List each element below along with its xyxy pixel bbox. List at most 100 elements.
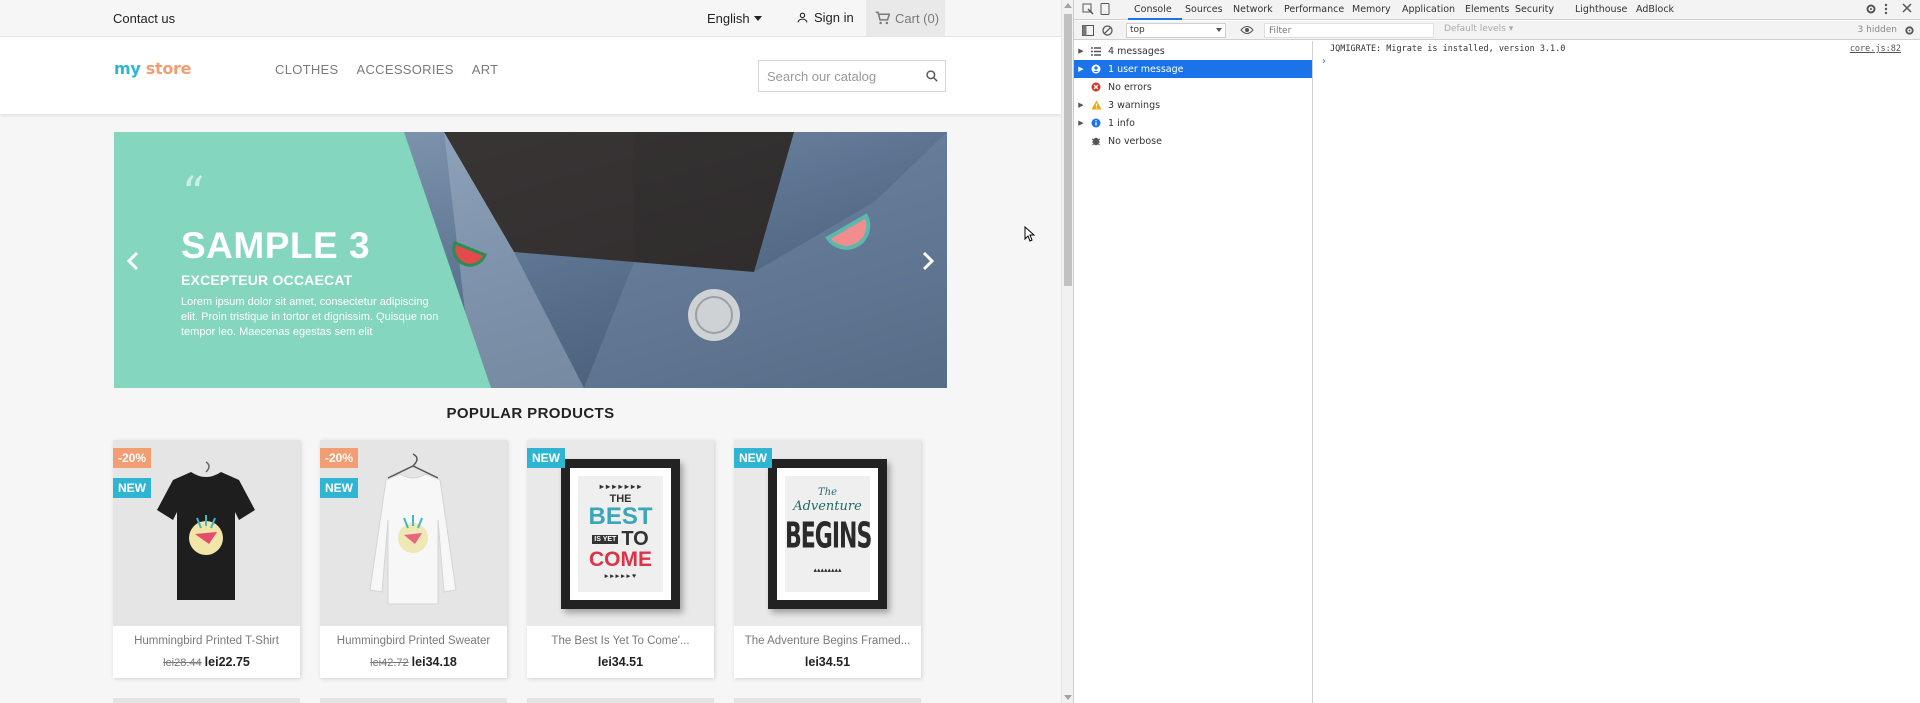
old-price: lei28.44	[163, 657, 202, 669]
tab-console[interactable]: Console	[1134, 4, 1172, 15]
poster-line: BEST	[588, 503, 653, 530]
store-page: Contact us English Sign in Cart (0) my s…	[0, 0, 1073, 703]
close-icon[interactable]	[1902, 3, 1912, 13]
tab-application[interactable]: Application	[1402, 4, 1455, 15]
cart-button[interactable]: Cart (0)	[866, 0, 945, 36]
gear-icon[interactable]	[1865, 3, 1877, 15]
poster-frame: ▸ ▸ ▸ ▸ ▸ ▸ ▸ THE BEST IS YET TO COME ▸ …	[561, 459, 680, 609]
product-card[interactable]: -20% NEW Hummingbird Printed T-Shirt lei…	[113, 440, 300, 678]
expand-triangle-icon[interactable]: ▶	[1074, 47, 1088, 55]
page-scrollbar[interactable]	[1061, 0, 1073, 703]
new-badge: NEW	[734, 448, 772, 468]
poster-art: The Adventure BEGINS ▴▴▴▴▴▴▴▴	[785, 476, 872, 592]
slide-description: Lorem ipsum dolor sit amet, consectetur …	[181, 296, 439, 338]
sidebar-toggle-icon[interactable]	[1082, 25, 1094, 36]
product-price-block: lei34.51	[734, 655, 921, 669]
sidebar-item-label: No errors	[1108, 81, 1152, 93]
chevron-left-icon[interactable]	[126, 251, 140, 271]
current-price: lei34.18	[411, 655, 457, 669]
chevron-right-icon[interactable]	[921, 251, 935, 271]
scroll-down-icon[interactable]	[1064, 695, 1072, 700]
tab-lighthouse[interactable]: Lighthouse	[1575, 4, 1627, 15]
console-message: JQMIGRATE: Migrate is installed, version…	[1330, 44, 1566, 54]
mouse-cursor-icon	[1024, 226, 1035, 242]
product-name[interactable]: The Best Is Yet To Come'...	[527, 635, 714, 647]
expand-triangle-icon[interactable]: ▶	[1074, 65, 1088, 73]
sign-in-label: Sign in	[814, 10, 854, 25]
chevron-down-icon	[1216, 28, 1222, 32]
hidden-count: 3 hidden	[1857, 25, 1897, 35]
nav-item-accessories[interactable]: ACCESSORIES	[357, 62, 454, 77]
sidebar-item-info[interactable]: ▶ 1 info	[1074, 114, 1312, 132]
discount-badge: -20%	[320, 448, 359, 468]
console-settings-icon[interactable]	[1904, 25, 1915, 36]
eye-icon[interactable]	[1240, 25, 1254, 35]
scrollbar-thumb[interactable]	[1064, 14, 1072, 286]
warning-icon	[1088, 100, 1104, 110]
new-badge: NEW	[527, 448, 565, 468]
poster-line: The	[817, 487, 838, 498]
language-label: English	[707, 11, 750, 26]
sidebar-item-messages[interactable]: ▶ 4 messages	[1074, 42, 1312, 60]
hero-slider: “ SAMPLE 3 EXCEPTEUR OCCAECAT Lorem ipsu…	[114, 132, 947, 388]
tab-network[interactable]: Network	[1233, 4, 1273, 15]
quote-mark: “	[182, 168, 205, 219]
nav-item-clothes[interactable]: CLOTHES	[275, 62, 339, 77]
tab-security[interactable]: Security	[1515, 4, 1554, 15]
store-logo[interactable]: my store	[114, 59, 192, 78]
filter-input[interactable]	[1264, 23, 1434, 38]
scroll-up-icon[interactable]	[1064, 3, 1072, 8]
tab-performance[interactable]: Performance	[1284, 4, 1344, 15]
bug-icon	[1088, 136, 1104, 146]
product-card[interactable]: ▸ ▸ ▸ ▸ ▸ ▸ ▸ THE BEST IS YET TO COME ▸ …	[527, 440, 714, 678]
active-tab-indicator	[1128, 18, 1182, 20]
clear-console-icon[interactable]	[1102, 25, 1113, 36]
sidebar-item-label: 1 info	[1108, 117, 1135, 129]
console-prompt[interactable]: ›	[1322, 56, 1326, 67]
contact-us-link[interactable]: Contact us	[113, 11, 175, 26]
cart-icon	[875, 11, 890, 25]
poster-mat: ▸ ▸ ▸ ▸ ▸ ▸ ▸ THE BEST IS YET TO COME ▸ …	[570, 468, 671, 600]
main-nav: CLOTHES ACCESSORIES ART	[275, 62, 498, 77]
top-bar: Contact us English Sign in Cart (0)	[0, 0, 1061, 37]
poster-line: ▸ ▸ ▸ ▸ ▸ ▸ ▸	[599, 482, 642, 491]
product-name[interactable]: Hummingbird Printed Sweater	[320, 635, 507, 647]
inspect-element-icon[interactable]	[1082, 3, 1094, 15]
sidebar-item-verbose[interactable]: No verbose	[1074, 132, 1312, 150]
tab-elements[interactable]: Elements	[1465, 4, 1509, 15]
poster-line: Adventure	[793, 499, 862, 514]
sidebar-item-errors[interactable]: No errors	[1074, 78, 1312, 96]
console-source-link[interactable]: core.js:82	[1850, 44, 1901, 54]
nav-item-art[interactable]: ART	[472, 62, 499, 77]
log-levels-dropdown[interactable]: Default levels ▾	[1444, 24, 1513, 34]
product-name[interactable]: Hummingbird Printed T-Shirt	[113, 635, 300, 647]
context-selector[interactable]: top	[1126, 23, 1226, 38]
product-card[interactable]: The Adventure BEGINS ▴▴▴▴▴▴▴▴ NEW The Ad…	[734, 440, 921, 678]
sidebar-item-label: 1 user message	[1108, 63, 1184, 75]
sign-in-link[interactable]: Sign in	[796, 10, 854, 25]
sidebar-item-user-messages[interactable]: ▶ 1 user message	[1074, 60, 1312, 78]
product-card-partial	[113, 698, 300, 703]
sidebar-item-warnings[interactable]: ▶ 3 warnings	[1074, 96, 1312, 114]
more-options-icon[interactable]	[1884, 3, 1888, 15]
product-card-partial	[320, 698, 507, 703]
search-icon[interactable]	[925, 69, 939, 83]
product-name[interactable]: The Adventure Begins Framed...	[734, 635, 921, 647]
device-toolbar-icon[interactable]	[1100, 3, 1110, 15]
tab-adblock[interactable]: AdBlock	[1636, 4, 1674, 15]
current-price: lei34.51	[804, 655, 851, 669]
expand-triangle-icon[interactable]: ▶	[1074, 101, 1088, 109]
search-input[interactable]	[767, 67, 917, 85]
product-price-block: lei28.44 lei22.75	[113, 655, 300, 669]
language-selector[interactable]: English	[707, 11, 762, 26]
tab-sources[interactable]: Sources	[1185, 4, 1223, 15]
product-card[interactable]: -20% NEW Hummingbird Printed Sweater lei…	[320, 440, 507, 678]
list-icon	[1088, 46, 1104, 56]
logo-part-store: store	[145, 59, 192, 78]
console-output: JQMIGRATE: Migrate is installed, version…	[1314, 41, 1920, 703]
expand-triangle-icon[interactable]: ▶	[1074, 119, 1088, 127]
tab-memory[interactable]: Memory	[1352, 4, 1391, 15]
search-box	[758, 60, 946, 92]
current-price: lei22.75	[204, 655, 250, 669]
user-icon	[797, 12, 808, 23]
